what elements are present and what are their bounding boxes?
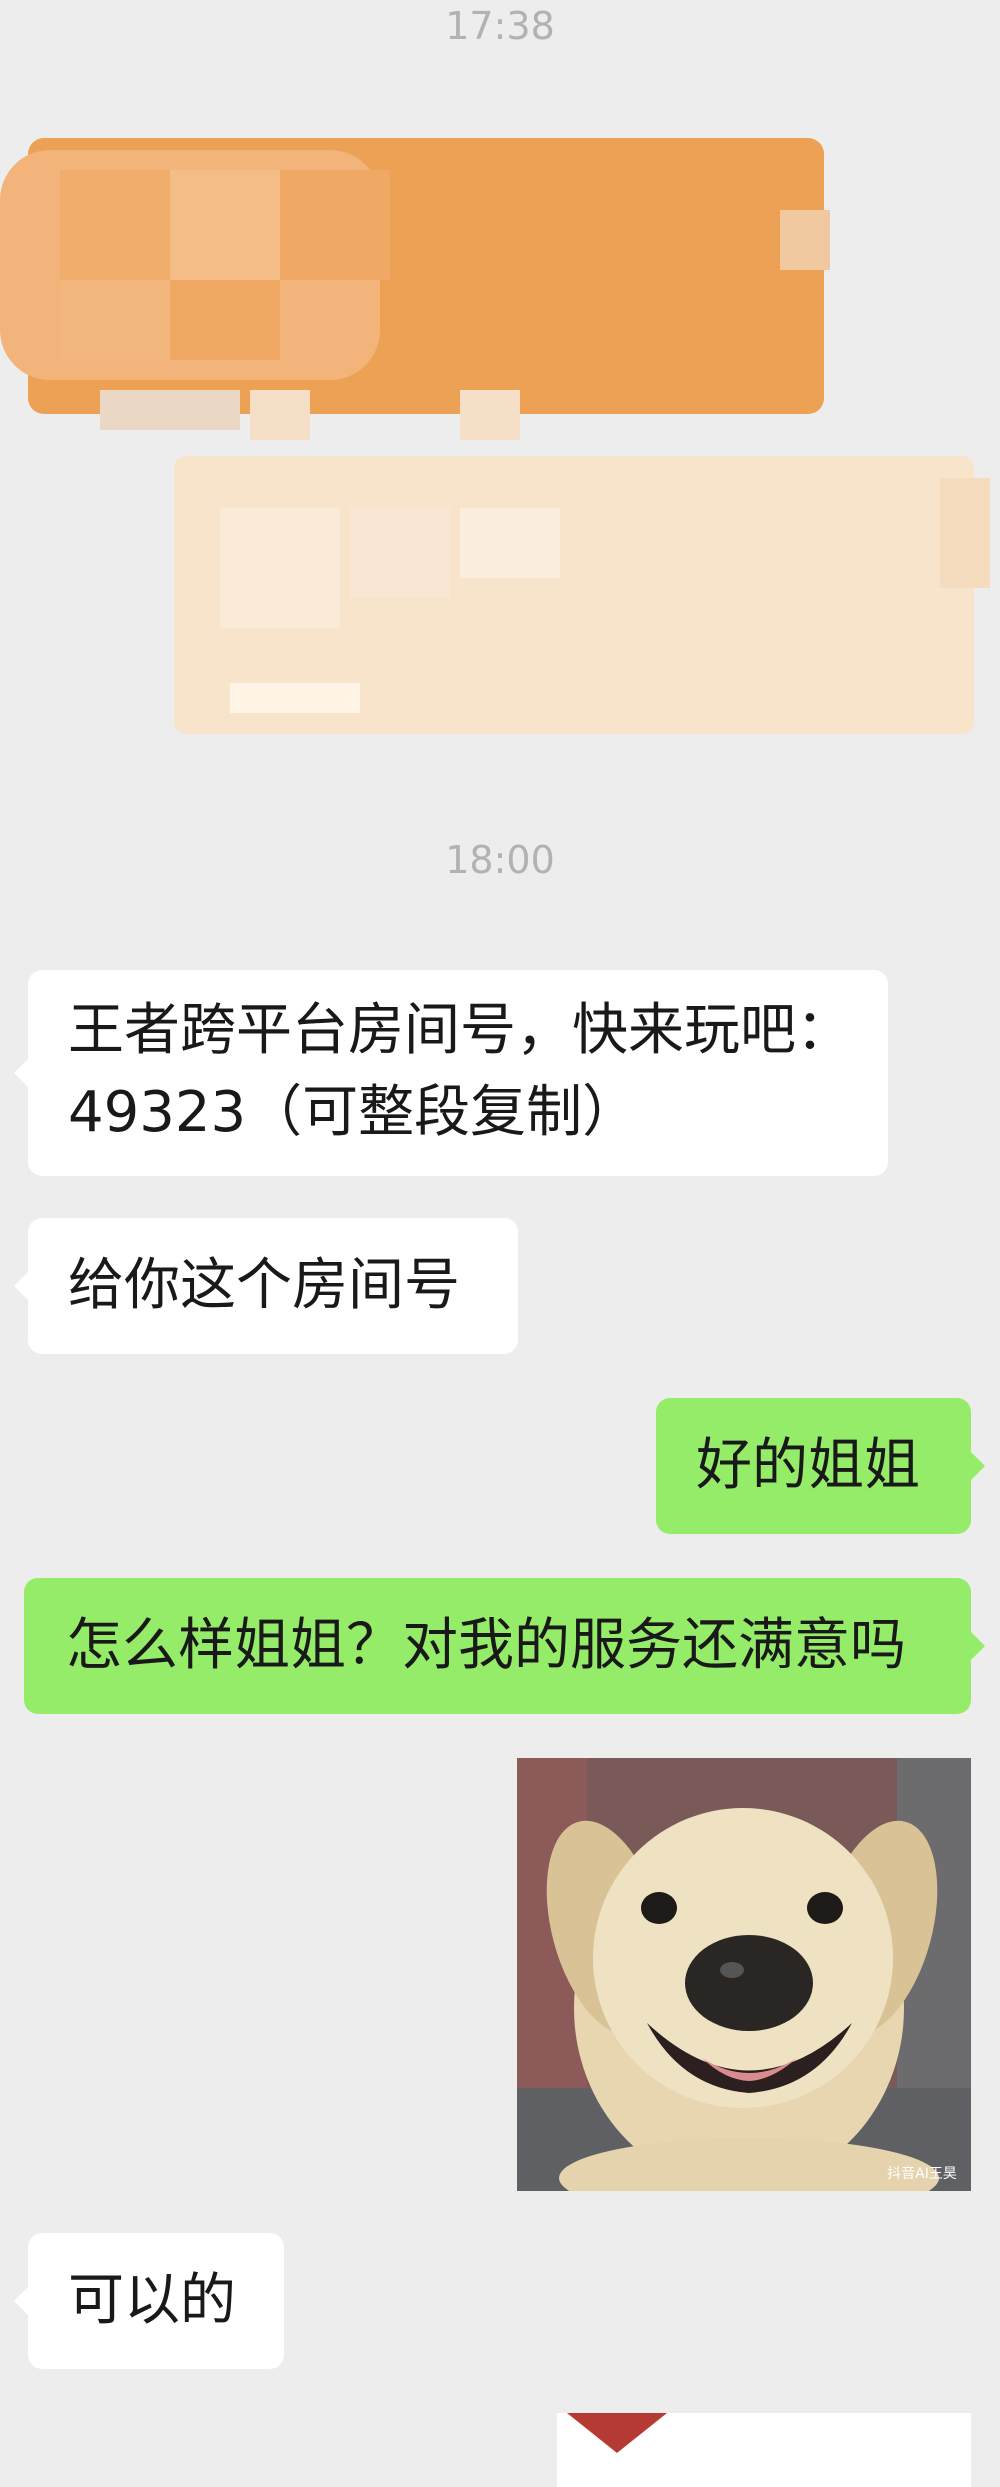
message-text: 可以的	[68, 2268, 236, 2333]
timestamp: 18:00	[445, 838, 555, 882]
message-text: 怎么样姐姐？对我的服务还满意吗	[66, 1613, 906, 1678]
message-text: 给你这个房间号	[68, 1253, 460, 1318]
message-bubble-outgoing[interactable]: 好的姐姐	[656, 1398, 985, 1534]
message-text: 49323（可整段复制）	[68, 1080, 639, 1145]
smiling-dog-icon: 抖音AI王昊	[517, 1758, 971, 2191]
censored-message-card[interactable]	[0, 120, 830, 460]
message-bubble-incoming[interactable]: 给你这个房间号	[14, 1218, 518, 1354]
timestamp: 17:38	[445, 4, 555, 48]
censored-link-card[interactable]	[170, 448, 1000, 738]
cropped-message-card[interactable]	[557, 2413, 971, 2487]
sticker-watermark: 抖音AI王昊	[887, 2165, 957, 2182]
message-text: 王者跨平台房间号，快来玩吧：	[68, 998, 852, 1063]
message-bubble-incoming[interactable]: 可以的	[14, 2233, 284, 2369]
dog-sticker-image[interactable]: 抖音AI王昊	[517, 1758, 971, 2191]
message-bubble-outgoing[interactable]: 怎么样姐姐？对我的服务还满意吗	[24, 1578, 985, 1714]
heart-icon	[567, 2413, 667, 2453]
message-text: 好的姐姐	[696, 1433, 920, 1498]
message-bubble-incoming[interactable]: 王者跨平台房间号，快来玩吧： 49323（可整段复制）	[14, 970, 888, 1176]
